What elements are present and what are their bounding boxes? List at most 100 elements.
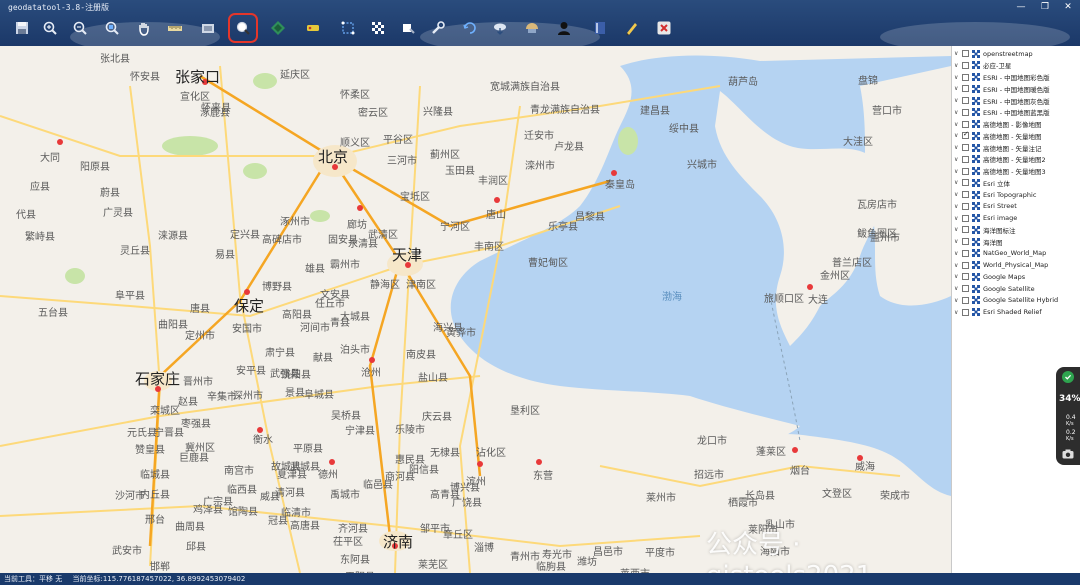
expand-chevron-icon[interactable]: ∨ <box>954 215 962 222</box>
layer-checkbox[interactable] <box>962 61 969 69</box>
layer-checkbox[interactable] <box>962 296 969 304</box>
close-window-button[interactable]: ✕ <box>1057 0 1079 14</box>
edit-pencil-button[interactable] <box>622 18 642 38</box>
expand-chevron-icon[interactable]: ∨ <box>954 297 962 304</box>
layer-item[interactable]: ∨ ESRI - 中国地图暖色版 <box>954 83 1050 94</box>
grid-select-button[interactable] <box>338 18 358 38</box>
map-label-t47: 安国市 <box>232 324 262 335</box>
save-icon <box>16 22 28 34</box>
layer-checkbox[interactable] <box>962 261 969 269</box>
layer-checkbox[interactable] <box>962 155 969 163</box>
expand-chevron-icon[interactable]: ∨ <box>954 85 962 92</box>
layer-item[interactable]: ∨ 海洋图标注 <box>954 224 1016 235</box>
minimize-button[interactable]: — <box>1010 0 1032 14</box>
identify-search-button[interactable] <box>228 13 258 43</box>
exit-button[interactable] <box>654 18 674 38</box>
expand-chevron-icon[interactable]: ∨ <box>954 50 962 57</box>
maximize-button[interactable]: ❐ <box>1034 0 1056 14</box>
layer-checkbox[interactable] <box>962 202 969 210</box>
layer-item[interactable]: ∨ 高德地图 - 矢量注记 <box>954 142 1041 153</box>
expand-chevron-icon[interactable]: ∨ <box>954 191 962 198</box>
user-button[interactable] <box>554 18 574 38</box>
layer-item[interactable]: ∨ 高德地图 - 影像地图 <box>954 119 1041 130</box>
layer-checkbox[interactable] <box>962 167 969 175</box>
expand-chevron-icon[interactable]: ∨ <box>954 74 962 81</box>
layer-checkbox[interactable] <box>962 120 969 128</box>
expand-chevron-icon[interactable]: ∨ <box>954 62 962 69</box>
layer-checkbox[interactable] <box>962 50 969 57</box>
layer-checkbox[interactable] <box>962 108 969 116</box>
expand-chevron-icon[interactable]: ∨ <box>954 156 962 163</box>
layer-item[interactable]: ∨ Esri image <box>954 213 1017 224</box>
map-service-button[interactable] <box>522 18 542 38</box>
layer-item[interactable]: ∨ 高德地图 - 矢量地图 <box>954 130 1041 141</box>
expand-chevron-icon[interactable]: ∨ <box>954 203 962 210</box>
layer-checkbox[interactable] <box>962 73 969 81</box>
layer-item[interactable]: ∨ 高德地图 - 矢量地图3 <box>954 166 1046 177</box>
layer-checkbox[interactable] <box>962 97 969 104</box>
layer-style-button[interactable] <box>268 18 288 38</box>
layer-checkbox[interactable] <box>962 85 969 93</box>
expand-chevron-icon[interactable]: ∨ <box>954 273 962 280</box>
layer-item[interactable]: ∨ ESRI - 中国地图彩色版 <box>954 72 1050 83</box>
cloud-download-button[interactable] <box>490 18 510 38</box>
layer-item[interactable]: ∨ ESRI - 中国地图蓝黑版 <box>954 107 1050 118</box>
expand-chevron-icon[interactable]: ∨ <box>954 144 962 151</box>
expand-chevron-icon[interactable]: ∨ <box>954 262 962 269</box>
refresh-button[interactable] <box>460 18 480 38</box>
layer-item[interactable]: ∨ Google Satellite Hybrid <box>954 295 1058 306</box>
layer-checkbox[interactable] <box>962 191 969 198</box>
layer-checkbox[interactable] <box>962 308 969 316</box>
layer-item[interactable]: ∨ Esri Street <box>954 201 1017 212</box>
layer-item[interactable]: ∨ openstreetmap <box>954 48 1033 59</box>
expand-chevron-icon[interactable]: ∨ <box>954 109 962 116</box>
map-label-beijing: 北京 <box>318 148 349 166</box>
pan-hand-button[interactable] <box>134 18 154 38</box>
layer-item[interactable]: ∨ Google Maps <box>954 271 1025 282</box>
label-tag-button[interactable] <box>303 18 323 38</box>
layer-checkbox[interactable] <box>962 144 969 151</box>
expand-chevron-icon[interactable]: ∨ <box>954 238 962 245</box>
layer-checkbox[interactable] <box>962 273 969 281</box>
book-button[interactable] <box>590 18 610 38</box>
layer-checkbox[interactable] <box>962 238 969 245</box>
layer-tile-icon <box>972 178 980 187</box>
expand-chevron-icon[interactable]: ∨ <box>954 309 962 316</box>
clear-select-button[interactable] <box>398 18 418 38</box>
layer-checkbox[interactable] <box>962 249 969 257</box>
layer-checkbox[interactable] <box>962 214 969 222</box>
zoom-out-button[interactable] <box>70 18 90 38</box>
measure-ruler-button[interactable] <box>165 18 185 38</box>
expand-chevron-icon[interactable]: ∨ <box>954 132 962 139</box>
full-extent-button[interactable] <box>102 18 122 38</box>
expand-chevron-icon[interactable]: ∨ <box>954 97 962 104</box>
layer-checkbox[interactable] <box>962 226 969 234</box>
layer-checkbox[interactable] <box>962 179 969 187</box>
expand-chevron-icon[interactable]: ∨ <box>954 250 962 257</box>
layer-item[interactable]: ∨ 必应-卫星 <box>954 60 1011 71</box>
expand-chevron-icon[interactable]: ∨ <box>954 285 962 292</box>
layer-checkbox[interactable] <box>962 285 969 292</box>
layer-item[interactable]: ∨ 高德地图 - 矢量地图2 <box>954 154 1046 165</box>
map-canvas[interactable]: 北京 天津 石家庄 济南 保定 张家口 大同 廊坊 唐山 秦皇岛 葫芦岛 盘锦 大连 沧州 衡水 德州 滨州 东营… <box>0 46 951 573</box>
layer-item[interactable]: ∨ NatGeo_World_Map <box>954 248 1046 259</box>
layer-item[interactable]: ∨ Esri Topographic <box>954 189 1036 200</box>
layer-item[interactable]: ∨ ESRI - 中国地图灰色版 <box>954 95 1050 106</box>
expand-chevron-icon[interactable]: ∨ <box>954 168 962 175</box>
layer-item[interactable]: ∨ Esri Shaded Relief <box>954 307 1042 318</box>
tile-grid-button[interactable] <box>368 18 388 38</box>
layer-item[interactable]: ∨ World_Physical_Map <box>954 260 1048 271</box>
layer-checkbox[interactable] <box>962 130 969 140</box>
zoom-in-button[interactable] <box>40 18 60 38</box>
camera-icon[interactable] <box>1062 449 1074 459</box>
expand-chevron-icon[interactable]: ∨ <box>954 226 962 233</box>
measure-area-button[interactable] <box>198 18 218 38</box>
save-button[interactable] <box>12 18 32 38</box>
layer-item[interactable]: ∨ Google Satellite <box>954 283 1035 294</box>
settings-wrench-button[interactable] <box>428 18 448 38</box>
network-speed-widget[interactable]: 34% 0.4 K/s 0.2 K/s <box>1056 367 1080 465</box>
layer-item[interactable]: ∨ 海洋图 <box>954 236 1003 247</box>
expand-chevron-icon[interactable]: ∨ <box>954 121 962 128</box>
expand-chevron-icon[interactable]: ∨ <box>954 179 962 186</box>
layer-item[interactable]: ∨ Esri 立体 <box>954 177 1010 188</box>
